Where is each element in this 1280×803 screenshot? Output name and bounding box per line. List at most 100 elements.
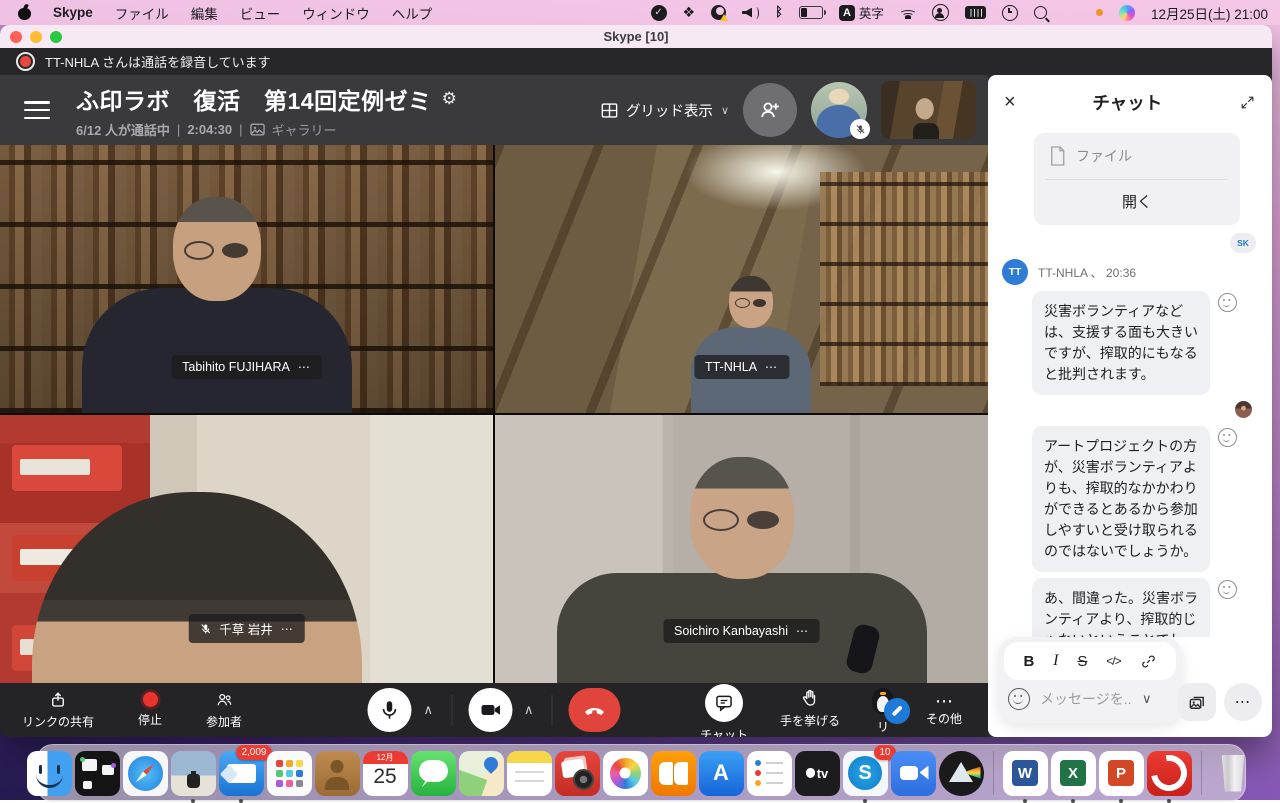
send-image-button[interactable] [1178, 683, 1216, 721]
control-center-icon[interactable] [1063, 7, 1080, 19]
dock-mail-icon[interactable]: 2,009 [219, 751, 264, 796]
expand-chat-icon[interactable] [1239, 94, 1256, 111]
hamburger-menu-button[interactable] [24, 101, 50, 119]
raise-hand-button[interactable]: 手を挙げる [780, 688, 840, 729]
time-machine-icon[interactable] [1002, 5, 1018, 21]
code-button[interactable]: </> [1106, 654, 1120, 668]
chat-message-bubble[interactable]: アートプロジェクトの方が、災害ボランティアよりも、搾取的なかかわりができるとある… [1032, 426, 1210, 572]
siri-icon[interactable] [1119, 5, 1135, 21]
add-reaction-button[interactable] [1218, 293, 1237, 312]
video-tile-chigusa-iwai[interactable]: 千草 岩井 ⋯ [0, 415, 493, 683]
microphone-button[interactable] [367, 688, 411, 732]
dock-messages-icon[interactable] [411, 751, 456, 796]
participants-button[interactable]: 参加者 [206, 691, 242, 730]
menu-view[interactable]: ビュー [240, 3, 281, 23]
dock-desktop-preview-icon[interactable] [171, 751, 216, 796]
tile-more-icon[interactable]: ⋯ [298, 360, 311, 374]
input-method-indicator[interactable]: A 英字 [839, 3, 884, 22]
dock-books-icon[interactable] [651, 751, 696, 796]
volume-icon[interactable] [742, 7, 759, 19]
dock-maps-icon[interactable] [459, 751, 504, 796]
apple-menu-icon[interactable] [18, 5, 31, 20]
chat-message-bubble[interactable]: あ、間違った。災害ボランティアより、搾取的じゃないということでした。 [1032, 578, 1210, 637]
participant-name-label[interactable]: Soichiro Kanbayashi ⋯ [663, 619, 820, 643]
spotlight-icon[interactable] [1034, 6, 1047, 19]
dock-trash-icon[interactable] [1211, 751, 1256, 796]
file-attachment-card[interactable]: ファイル 開く [1034, 133, 1240, 225]
sender-avatar[interactable]: TT [1002, 259, 1028, 285]
menu-bar-clock[interactable]: 12月25日(土) 21:00 [1151, 3, 1268, 23]
gallery-label[interactable]: ギャラリー [272, 120, 337, 139]
dock-notes-icon[interactable] [507, 751, 552, 796]
menu-help[interactable]: ヘルプ [392, 3, 433, 23]
italic-button[interactable]: I [1053, 652, 1058, 670]
composer-more-button[interactable]: ⋯ [1224, 683, 1262, 721]
dock-window-manager-icon[interactable] [75, 751, 120, 796]
dock-zoom-icon[interactable] [891, 751, 936, 796]
shield-warning-icon[interactable] [711, 5, 726, 20]
video-tile-fujihara[interactable]: Tabihito FUJIHARA ⋯ [0, 145, 493, 413]
menu-window[interactable]: ウィンドウ [302, 3, 370, 23]
dock-contacts-icon[interactable] [315, 751, 360, 796]
message-composer[interactable]: B I S </> ∨ [998, 637, 1182, 723]
share-link-button[interactable]: リンクの共有 [22, 691, 94, 730]
todo-check-icon[interactable]: ✓ [651, 5, 667, 21]
dock-safari-icon[interactable] [123, 751, 168, 796]
collapse-composer-chevron[interactable]: ∨ [1142, 691, 1152, 707]
participant-avatar-thumbnail[interactable] [811, 82, 867, 138]
dock-photo-booth-icon[interactable] [555, 751, 600, 796]
dock-app-store-icon[interactable]: A [699, 751, 744, 796]
add-reaction-button[interactable] [1218, 580, 1237, 599]
chat-message-list[interactable]: ファイル 開く SK TT TT-NHLA 、 20:36 災害ボランティアなど… [988, 129, 1272, 637]
dropbox-sync-icon[interactable]: ❖ [683, 4, 696, 21]
video-tile-tt-nhla[interactable]: TT-NHLA ⋯ [495, 145, 988, 413]
dock-trend-micro-icon[interactable] [1147, 751, 1192, 796]
strikethrough-button[interactable]: S [1077, 653, 1087, 670]
chat-button[interactable]: チャット [700, 688, 748, 737]
dock-launchpad-icon[interactable] [267, 751, 312, 796]
menu-file[interactable]: ファイル [115, 3, 169, 23]
dock-excel-icon[interactable]: X [1051, 751, 1096, 796]
close-chat-button[interactable]: × [1004, 91, 1016, 114]
camera-button[interactable] [468, 688, 512, 732]
tile-more-icon[interactable]: ⋯ [796, 624, 809, 638]
end-call-button[interactable] [569, 688, 621, 732]
participant-video-thumbnail[interactable] [881, 81, 976, 139]
dock-powerpoint-icon[interactable]: P [1099, 751, 1144, 796]
camera-options-chevron[interactable]: ∧ [522, 702, 536, 718]
participant-name-label[interactable]: 千草 岩井 ⋯ [188, 614, 304, 643]
microphone-options-chevron[interactable]: ∧ [421, 702, 435, 718]
add-participant-button[interactable] [743, 83, 797, 137]
participant-name-label[interactable]: TT-NHLA ⋯ [694, 355, 789, 379]
bluetooth-icon[interactable]: ᛒ [775, 5, 783, 20]
battery-icon[interactable] [799, 6, 823, 19]
reactions-button[interactable]: リ [872, 688, 894, 735]
video-tile-kanbayashi[interactable]: Soichiro Kanbayashi ⋯ [495, 415, 988, 683]
menu-app-name[interactable]: Skype [53, 5, 93, 20]
dock-finder-icon[interactable] [27, 751, 72, 796]
emoji-picker-button[interactable] [1008, 688, 1030, 710]
participant-name-label[interactable]: Tabihito FUJIHARA ⋯ [171, 355, 322, 379]
link-button[interactable] [1140, 653, 1157, 670]
more-options-button[interactable]: ⋯ その他 [926, 688, 962, 727]
wifi-icon[interactable] [900, 7, 916, 19]
dock-word-icon[interactable]: W [1003, 751, 1048, 796]
menu-edit[interactable]: 編集 [191, 3, 218, 23]
tile-more-icon[interactable]: ⋯ [281, 622, 294, 636]
bold-button[interactable]: B [1023, 653, 1034, 670]
stop-recording-button[interactable]: 停止 [138, 692, 162, 728]
dock-photos-icon[interactable] [603, 751, 648, 796]
chat-message-bubble[interactable]: 災害ボランティアなどは、支援する面も大きいですが、搾取的にもなると批判されます。 [1032, 291, 1210, 395]
tile-more-icon[interactable]: ⋯ [765, 360, 778, 374]
open-file-button[interactable]: 開く [1048, 180, 1226, 225]
dock-apple-tv-icon[interactable]: tv [795, 751, 840, 796]
user-account-icon[interactable] [932, 4, 949, 21]
dock-reminders-icon[interactable] [747, 751, 792, 796]
keyboard-icon[interactable] [965, 6, 986, 19]
message-input[interactable] [1038, 690, 1134, 708]
grid-view-selector[interactable]: グリッド表示 ∨ [601, 100, 729, 121]
dock-prism-icon[interactable] [939, 751, 984, 796]
add-reaction-button[interactable] [1218, 428, 1237, 447]
call-settings-gear-icon[interactable]: ⚙ [442, 89, 457, 109]
dock-skype-icon[interactable]: S 10 [843, 751, 888, 796]
